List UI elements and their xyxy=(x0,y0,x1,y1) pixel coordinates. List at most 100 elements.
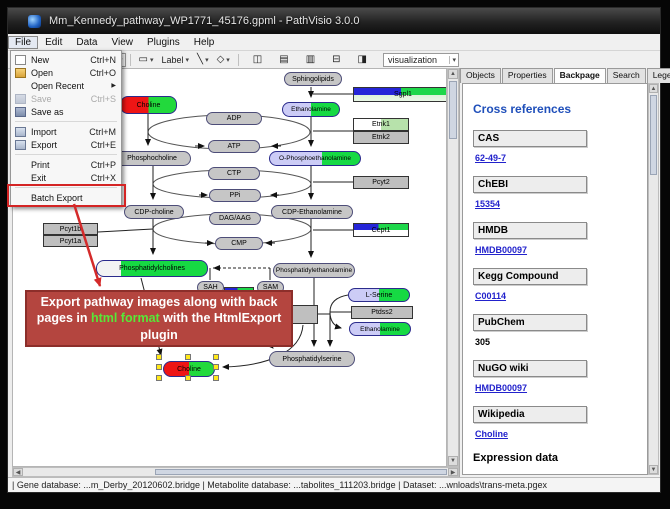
menu-item-label: Save xyxy=(31,94,52,104)
node-etnk2[interactable]: Etnk2 xyxy=(353,131,409,144)
node-ctp[interactable]: CTP xyxy=(208,167,260,180)
menu-plugins[interactable]: Plugins xyxy=(140,36,187,49)
menu-item-save[interactable]: Save Ctrl+S xyxy=(11,92,121,105)
xref-link[interactable]: C00114 xyxy=(475,291,647,301)
node-pcyt1a[interactable]: Pcyt1a xyxy=(43,235,98,247)
node-ethanolamine[interactable]: Ethanolamine xyxy=(282,102,340,117)
selection-handle[interactable] xyxy=(213,364,219,370)
menu-view[interactable]: View xyxy=(104,36,140,49)
node-phosphatidylserine[interactable]: Phosphatidylserine xyxy=(269,351,355,367)
selection-handle[interactable] xyxy=(185,375,191,381)
node-cdp-ethanolamine[interactable]: CDP-Ethanolamine xyxy=(271,205,353,219)
canvas-vertical-scrollbar[interactable]: ▲ ▼ xyxy=(447,68,459,467)
scroll-up-button[interactable]: ▲ xyxy=(448,69,458,79)
draw-line-button[interactable]: ╲ ▾ xyxy=(193,52,213,67)
menu-item-open[interactable]: Open Ctrl+O xyxy=(11,66,121,79)
dropdown-icon[interactable]: ▾ xyxy=(226,56,230,64)
selection-handle[interactable] xyxy=(185,354,191,360)
selection-handle[interactable] xyxy=(156,364,162,370)
node-adp[interactable]: ADP xyxy=(206,112,262,125)
dropdown-icon[interactable]: ▾ xyxy=(186,56,190,64)
visualization-combobox[interactable]: visualization ▾ xyxy=(383,53,459,67)
canvas-horizontal-scrollbar[interactable]: ◀ ▶ xyxy=(12,467,459,477)
dropdown-icon[interactable]: ▾ xyxy=(449,56,456,64)
tab-objects[interactable]: Objects xyxy=(460,68,501,83)
scrollbar-thumb[interactable] xyxy=(449,81,457,139)
menu-help[interactable]: Help xyxy=(187,36,222,49)
node-choline-top[interactable]: Choline xyxy=(120,96,177,114)
node-cept1[interactable]: Cept1 xyxy=(353,223,409,237)
export-icon xyxy=(15,140,26,150)
app-window: Mm_Kennedy_pathway_WP1771_45176.gpml - P… xyxy=(8,8,660,492)
scroll-left-button[interactable]: ◀ xyxy=(13,468,23,476)
scrollbar-thumb[interactable] xyxy=(650,95,657,175)
xref-section-wikipedia: Wikipedia Choline xyxy=(473,406,647,439)
status-bar: | Gene database: ...m_Derby_20120602.bri… xyxy=(8,477,660,492)
tab-search[interactable]: Search xyxy=(607,68,646,83)
menu-item-label: Open xyxy=(31,68,53,78)
node-dag-aag[interactable]: DAG/AAG xyxy=(209,212,261,225)
scroll-down-button[interactable]: ▼ xyxy=(649,465,658,474)
node-pcyt2[interactable]: Pcyt2 xyxy=(353,176,409,189)
menu-edit[interactable]: Edit xyxy=(38,36,69,49)
node-ethanolamine-bottom[interactable]: Ethanolamine xyxy=(349,322,411,336)
selection-handle[interactable] xyxy=(156,375,162,381)
node-phosphatidylcholines[interactable]: Phosphatidylcholines xyxy=(96,260,208,277)
node-atp[interactable]: ATP xyxy=(208,140,260,153)
align-center-icon: ◫ xyxy=(253,55,262,65)
menu-file[interactable]: File xyxy=(8,36,38,49)
common-height-button[interactable]: ◨ xyxy=(354,52,371,67)
scrollbar-thumb[interactable] xyxy=(155,469,447,475)
node-cmp[interactable]: CMP xyxy=(215,237,263,250)
node-pcyt1b[interactable]: Pcyt1b xyxy=(43,223,98,235)
menu-item-open-recent[interactable]: Open Recent ▶ xyxy=(11,79,121,92)
selection-handle[interactable] xyxy=(156,354,162,360)
draw-shape-button[interactable]: ◇ ▾ xyxy=(213,52,234,67)
scroll-up-button[interactable]: ▲ xyxy=(649,84,658,93)
menu-item-print[interactable]: Print Ctrl+P xyxy=(11,158,121,171)
scroll-down-button[interactable]: ▼ xyxy=(448,456,458,466)
menu-item-exit[interactable]: Exit Ctrl+X xyxy=(11,171,121,184)
selection-handle[interactable] xyxy=(213,375,219,381)
common-width-button[interactable]: ⊟ xyxy=(328,52,344,67)
node-etnk1[interactable]: Etnk1 xyxy=(353,118,409,131)
distribute-horizontal-icon: ▥ xyxy=(306,55,315,65)
menu-item-new[interactable]: New Ctrl+N xyxy=(11,53,121,66)
panel-vertical-scrollbar[interactable]: ▲ ▼ xyxy=(648,83,659,475)
menu-item-save-as[interactable]: Save as xyxy=(11,105,121,118)
menu-item-export[interactable]: Export Ctrl+E xyxy=(11,138,121,151)
distribute-horizontal-button[interactable]: ▥ xyxy=(302,52,319,67)
node-sphingolipids[interactable]: Sphingolipids xyxy=(284,72,342,86)
node-phosphatidylethanolamine[interactable]: Phosphatidylethanolamine xyxy=(273,263,355,278)
add-label-button[interactable]: Label ▾ xyxy=(157,52,193,67)
dropdown-icon[interactable]: ▾ xyxy=(150,56,154,64)
xref-link[interactable]: Choline xyxy=(475,429,647,439)
tab-legend[interactable]: Legend xyxy=(647,68,670,83)
xref-link[interactable]: 62-49-7 xyxy=(475,153,647,163)
node-cdp-choline[interactable]: CDP-choline xyxy=(124,205,184,219)
node-o-phosphoethanolamine[interactable]: O-Phosphoethanolamine xyxy=(269,151,361,166)
xref-link[interactable]: HMDB00097 xyxy=(475,383,647,393)
align-center-button[interactable]: ◫ xyxy=(249,52,266,67)
node-phosphocholine[interactable]: Phosphocholine xyxy=(113,151,191,166)
menu-shortcut: Ctrl+P xyxy=(91,160,116,170)
menu-data[interactable]: Data xyxy=(69,36,104,49)
node-l-serine[interactable]: L-Serine xyxy=(348,288,410,302)
selection-handle[interactable] xyxy=(213,354,219,360)
xref-link[interactable]: HMDB00097 xyxy=(475,245,647,255)
menu-item-import[interactable]: Import Ctrl+M xyxy=(11,125,121,138)
dropdown-icon[interactable]: ▾ xyxy=(205,56,209,64)
align-middle-button[interactable]: ▤ xyxy=(275,52,292,67)
submenu-arrow-icon: ▶ xyxy=(111,82,116,89)
node-sgpl1[interactable]: Sgpl1 xyxy=(353,87,447,102)
tab-backpage[interactable]: Backpage xyxy=(554,68,606,83)
node-ptdss2[interactable]: Ptdss2 xyxy=(351,306,413,319)
xref-section-chebi: ChEBI 15354 xyxy=(473,176,647,209)
xref-title: NuGO wiki xyxy=(473,360,587,377)
node-ppi[interactable]: PPi xyxy=(209,189,261,202)
xref-link[interactable]: 15354 xyxy=(475,199,647,209)
add-gene-node-button[interactable]: ▭ ▾ xyxy=(135,52,158,67)
common-height-icon: ◨ xyxy=(358,55,367,65)
scroll-right-button[interactable]: ▶ xyxy=(448,468,458,476)
tab-properties[interactable]: Properties xyxy=(502,68,553,83)
